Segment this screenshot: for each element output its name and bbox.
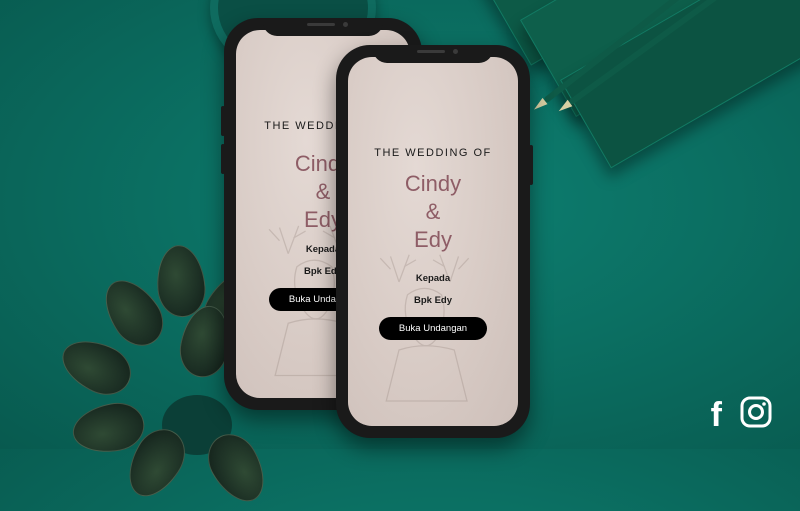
guest-name: Bpk Edy <box>413 295 452 306</box>
open-invitation-button[interactable]: Buka Undangan <box>378 317 488 340</box>
speaker-grille <box>307 23 335 26</box>
phone-button <box>221 144 225 174</box>
phone-front: THE WEDDING OF Cindy & Edy Kepada Bpk Ed… <box>336 45 533 438</box>
front-camera <box>343 22 348 27</box>
instagram-icon[interactable] <box>740 396 772 433</box>
phone-button <box>529 145 533 185</box>
recipient-label: Kepada <box>415 273 451 284</box>
invitation-screen-front: THE WEDDING OF Cindy & Edy Kepada Bpk Ed… <box>348 57 518 426</box>
phone-notch <box>373 45 493 63</box>
speaker-grille <box>417 50 445 53</box>
groom-bride-name-one: Cindy <box>404 171 462 196</box>
wedding-heading: THE WEDDING OF <box>374 147 492 159</box>
social-links: f <box>711 396 772 433</box>
phone-button <box>221 106 225 136</box>
facebook-icon[interactable]: f <box>711 398 722 432</box>
front-camera <box>453 49 458 54</box>
groom-bride-name-two: Edy <box>414 227 452 252</box>
phone-notch <box>263 18 383 36</box>
ampersand: & <box>425 199 441 224</box>
